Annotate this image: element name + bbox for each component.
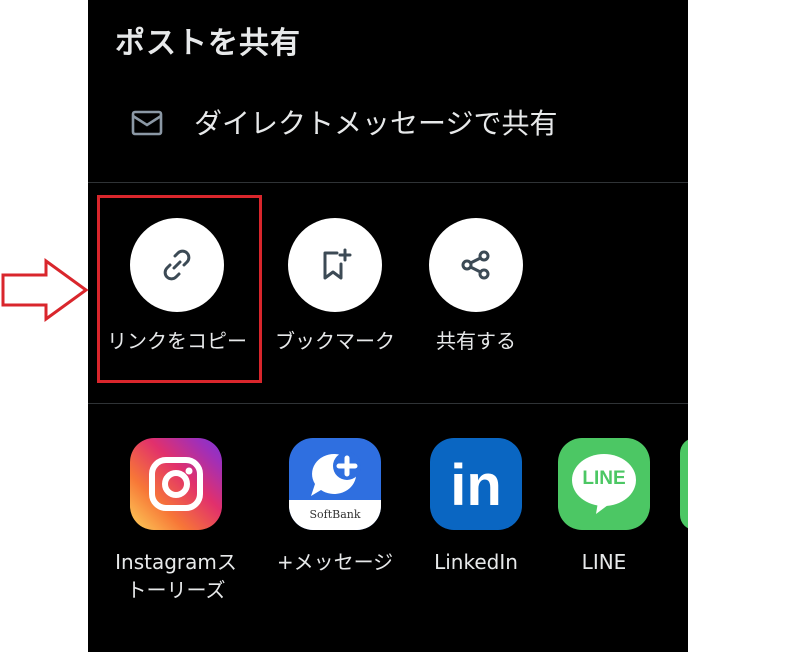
line-icon: LINE (558, 438, 650, 530)
share-via-dm-label: ダイレクトメッセージで共有 (194, 107, 558, 140)
linkedin-tile-text: in (450, 453, 502, 518)
app-linkedin[interactable]: in LinkedIn (406, 438, 546, 576)
arrow-right-icon (1, 258, 89, 322)
softbank-badge: SoftBank (309, 508, 361, 521)
app-label: LINE (581, 550, 627, 574)
sheet-title: ポストを共有 (115, 26, 301, 61)
app-instagram-stories[interactable]: Instagramストーリーズ (106, 438, 246, 604)
share-label: 共有する (436, 329, 516, 353)
app-label: LinkedIn (434, 550, 518, 574)
bookmark-circle (288, 218, 382, 312)
share-via-dm-row[interactable]: ダイレクトメッセージで共有 (88, 92, 688, 156)
share-button[interactable]: 共有する (396, 218, 556, 356)
share-icon (461, 250, 490, 280)
plus-message-icon: SoftBank (289, 438, 381, 530)
highlight-box (97, 195, 262, 383)
app-label: Instagramストーリーズ (115, 550, 237, 602)
linkedin-icon: in (430, 438, 522, 530)
bookmark-label: ブックマーク (275, 329, 395, 353)
divider (88, 182, 688, 183)
app-line[interactable]: LINE LINE (534, 438, 674, 576)
mail-icon (131, 110, 163, 136)
instagram-icon (130, 438, 222, 530)
app-partial-tile[interactable] (680, 438, 688, 530)
app-label: +メッセージ (276, 550, 394, 574)
share-circle (429, 218, 523, 312)
divider (88, 403, 688, 404)
bookmark-plus-icon (323, 248, 352, 280)
bookmark-button[interactable]: ブックマーク (255, 218, 415, 356)
app-plus-message[interactable]: SoftBank +メッセージ (265, 438, 405, 576)
line-tile-text: LINE (582, 468, 626, 489)
